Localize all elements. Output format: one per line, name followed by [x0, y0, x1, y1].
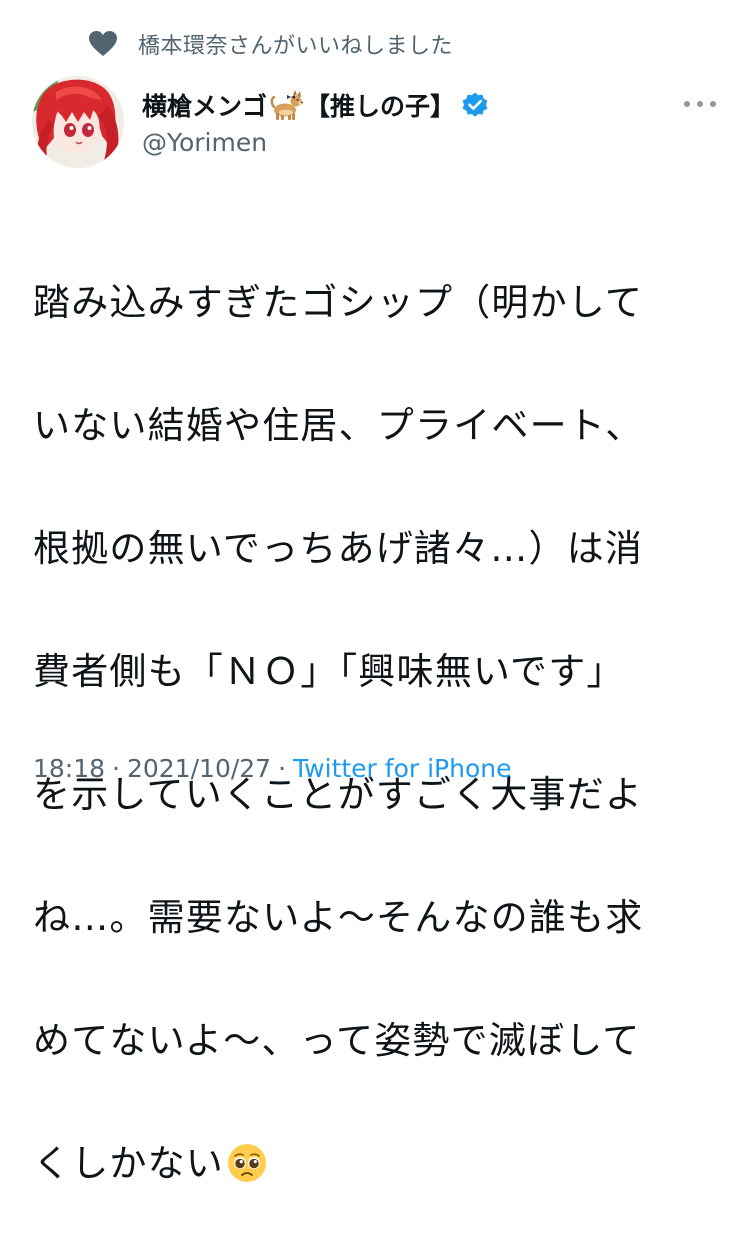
author-display-name-suffix[interactable]: 【推しの子】 [305, 87, 455, 123]
meta-separator: · [278, 754, 287, 783]
tweet-meta: 18:18 · 2021/10/27 · Twitter for iPhone [33, 754, 512, 783]
tweet-line: ね…。需要ないよ〜そんなの誰も求 [33, 895, 644, 939]
tweet-line: 根拠の無いでっちあげ諸々…）は消 [33, 526, 644, 570]
dog-emoji [270, 90, 303, 120]
tweet-time[interactable]: 18:18 [33, 754, 105, 783]
tweet-line: 費者側も「ＮＯ」「興味無いです」 [33, 649, 625, 693]
author-handle[interactable]: @Yorimen [142, 128, 489, 157]
author-block[interactable]: 横槍メンゴ 【推しの子】 @Yorimen [142, 86, 489, 157]
tweet-line: 踏み込みすぎたゴシップ（明かして [33, 280, 644, 324]
pleading-face-emoji [228, 1143, 266, 1182]
tweet-line: いない結婚や住居、プライベート、 [33, 403, 644, 447]
avatar[interactable] [32, 76, 124, 168]
avatar-image [32, 76, 124, 168]
social-context-text: 橋本環奈さんがいいねしました [138, 34, 454, 59]
tweet-line-text: くしかない [33, 1141, 224, 1185]
tweet-text: 踏み込みすぎたゴシップ（明かして いない結婚や住居、プライベート、 根拠の無いで… [33, 210, 713, 1256]
verified-badge-icon [462, 92, 488, 117]
more-options-button[interactable] [680, 92, 720, 116]
author-name-row[interactable]: 横槍メンゴ 【推しの子】 [142, 86, 489, 124]
social-context[interactable]: 橋本環奈さんがいいねしました [88, 26, 453, 62]
meta-separator: · [112, 754, 120, 783]
tweet-source-link[interactable]: Twitter for iPhone [293, 754, 511, 783]
tweet-date[interactable]: 2021/10/27 [127, 754, 271, 783]
heart-icon [89, 31, 117, 56]
more-dots-icon [684, 101, 716, 107]
author-display-name[interactable]: 横槍メンゴ [142, 87, 267, 123]
tweet-last-line: くしかない [33, 1133, 713, 1195]
tweet-line: めてないよ〜、って姿勢で滅ぼして [33, 1018, 641, 1062]
